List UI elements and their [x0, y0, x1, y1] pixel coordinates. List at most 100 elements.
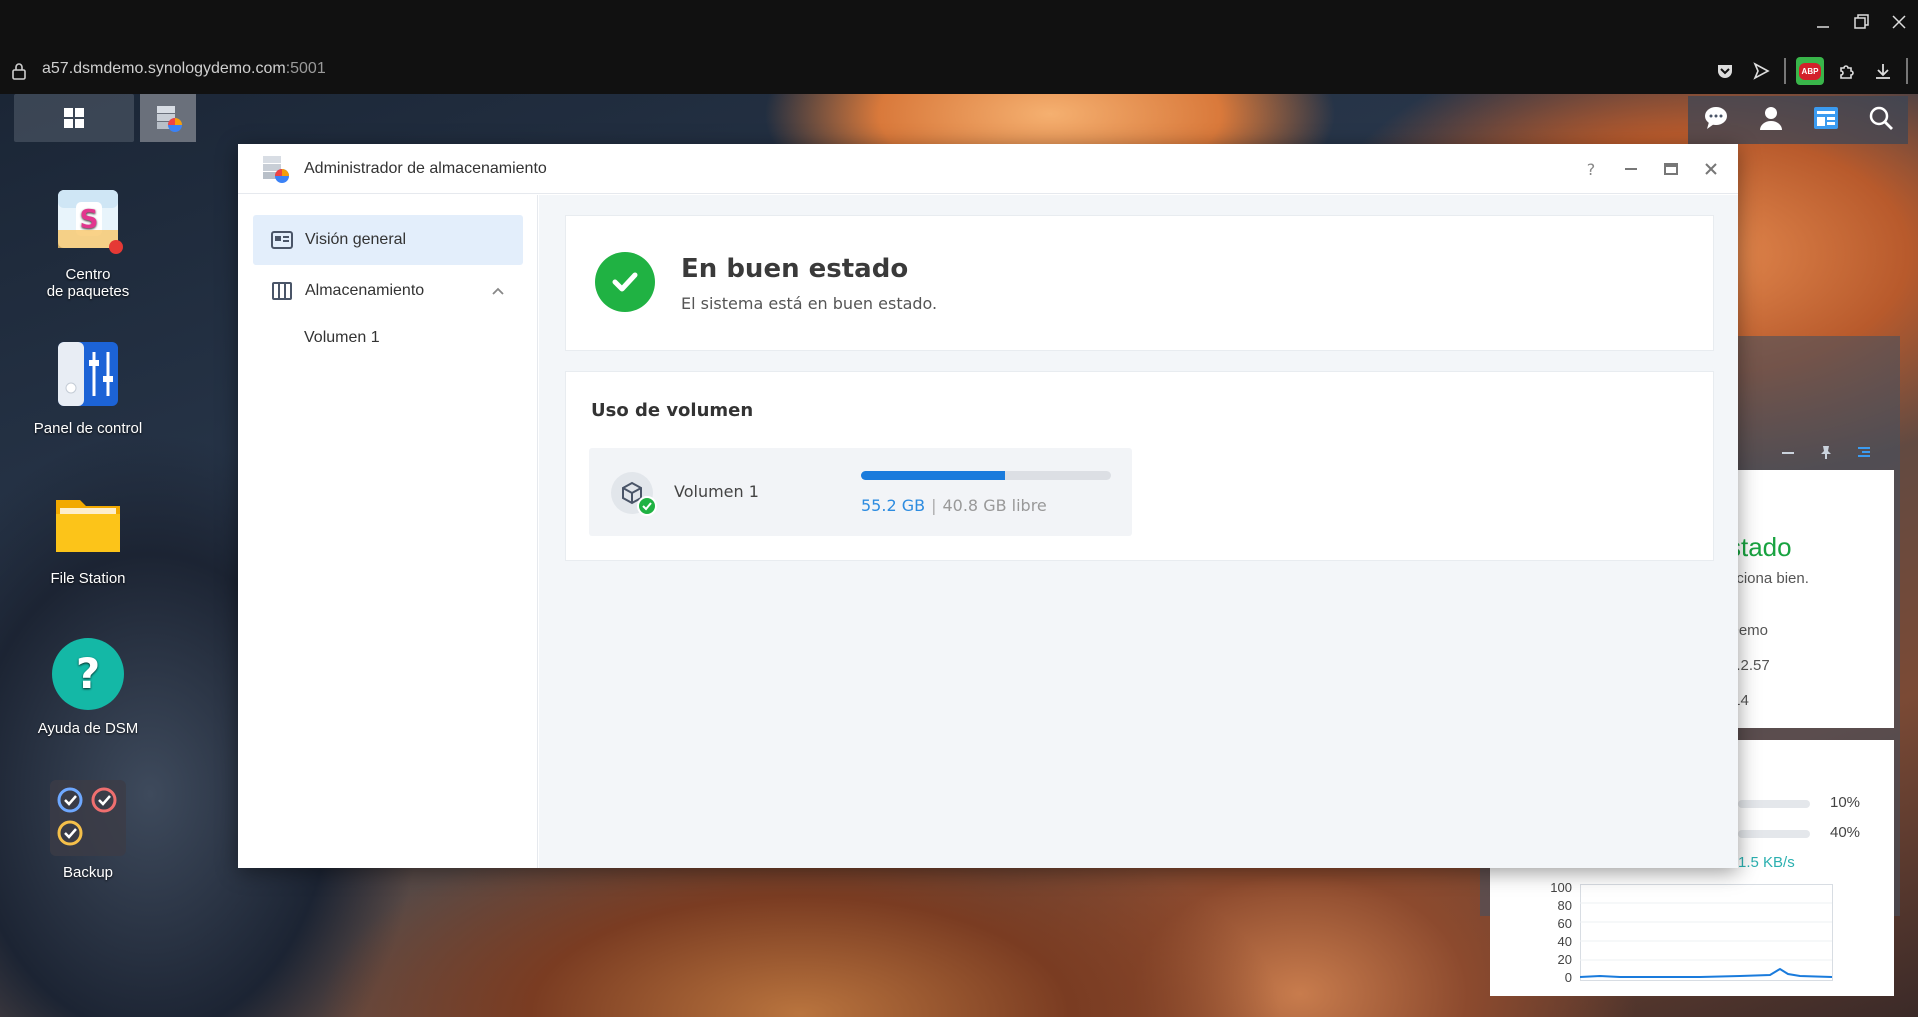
- chevron-up-icon[interactable]: [491, 284, 505, 298]
- control-panel-icon: [48, 334, 128, 414]
- storage-manager-window: Administrador de almacenamiento ? Visión…: [238, 144, 1738, 868]
- volume-usage-bar-fill: [861, 471, 1005, 480]
- healthy-badge-icon: [637, 496, 657, 516]
- system-health-widget: stado nciona bien. Demo 1.2.57 :14: [1728, 470, 1894, 728]
- desktop-icon-file-station[interactable]: File Station: [18, 484, 158, 587]
- address-bar[interactable]: a57.dsmdemo.synologydemo.com:5001: [42, 60, 326, 78]
- restore-icon[interactable]: [1842, 0, 1880, 44]
- y-tick: 60: [1557, 916, 1572, 931]
- desktop-icon-package-center[interactable]: S Centro de paquetes: [18, 180, 158, 300]
- network-rate: 1.5 KB/s: [1738, 854, 1795, 871]
- widgets-icon[interactable]: [1812, 104, 1840, 136]
- extensions-bar: ABP: [1712, 56, 1908, 86]
- desktop-icon-label: de paquetes: [46, 283, 130, 300]
- sidebar-item-label: Visión general: [305, 231, 407, 248]
- main-content: En buen estado El sistema está en buen e…: [539, 195, 1738, 868]
- cpu-bar: [1738, 800, 1810, 808]
- desktop-icon-label: Centro: [65, 266, 111, 283]
- close-icon[interactable]: [1880, 0, 1918, 44]
- window-title: Administrador de almacenamiento: [304, 159, 547, 177]
- volume-free: 40.8 GB libre: [942, 496, 1047, 515]
- window-controls: [1804, 0, 1918, 44]
- volume-usage-stats: 55.2 GB | 40.8 GB libre: [861, 496, 1047, 515]
- window-actions: ?: [1578, 144, 1724, 194]
- widget-status-desc: nciona bien.: [1728, 570, 1809, 587]
- widget-menu-icon[interactable]: [1856, 444, 1872, 460]
- widget-header-controls: [1780, 438, 1890, 466]
- storage-icon: [272, 282, 292, 300]
- url-port: :5001: [285, 60, 326, 77]
- volume-usage-item[interactable]: Volumen 1 55.2 GB | 40.8 GB libre: [589, 448, 1132, 536]
- overview-icon: [271, 231, 293, 249]
- url-host-prefix: a57.dsmdemo.: [42, 60, 148, 77]
- main-menu-button[interactable]: [14, 94, 134, 142]
- volume-name: Volumen 1: [674, 482, 759, 501]
- volume-used: 55.2 GB: [861, 496, 926, 515]
- minimize-icon: [1625, 168, 1637, 170]
- taskbar-tray: [1688, 96, 1908, 144]
- volume-usage-card: Uso de volumen Volumen 1 55.2 GB | 40.8 GB…: [565, 371, 1714, 561]
- sidebar-item-label: Almacenamiento: [305, 282, 425, 299]
- maximize-icon: [1664, 163, 1678, 175]
- y-tick: 80: [1557, 898, 1572, 913]
- network-line: [1580, 884, 1833, 981]
- y-tick: 40: [1557, 934, 1572, 949]
- close-button[interactable]: [1698, 156, 1724, 182]
- chat-icon[interactable]: [1702, 104, 1730, 136]
- stats-separator: |: [931, 496, 937, 515]
- usage-title: Uso de volumen: [591, 400, 754, 421]
- help-button[interactable]: ?: [1578, 156, 1604, 182]
- storage-manager-icon: [260, 154, 290, 184]
- taskbar-storage-manager[interactable]: [140, 94, 196, 142]
- send-icon[interactable]: [1748, 58, 1774, 84]
- desktop-icon-label: Panel de control: [33, 420, 143, 437]
- sidebar-item-storage[interactable]: Almacenamiento: [253, 266, 523, 316]
- sidebar-item-overview[interactable]: Visión general: [253, 215, 523, 265]
- window-titlebar[interactable]: Administrador de almacenamiento ?: [238, 144, 1738, 194]
- grid-icon: [64, 108, 84, 128]
- sidebar: Visión general Almacenamiento Volumen 1: [238, 195, 538, 868]
- extensions-icon[interactable]: [1834, 58, 1860, 84]
- minimize-icon[interactable]: [1780, 444, 1796, 460]
- url-host-main: synologydemo.com: [147, 60, 286, 77]
- ram-percent: 40%: [1830, 824, 1861, 841]
- lock-icon[interactable]: [12, 62, 26, 80]
- download-icon[interactable]: [1870, 58, 1896, 84]
- backup-icon: [48, 778, 128, 858]
- maximize-button[interactable]: [1658, 156, 1684, 182]
- user-icon[interactable]: [1757, 104, 1785, 136]
- desktop-icon-label: File Station: [50, 570, 126, 587]
- cpu-percent: 10%: [1830, 794, 1861, 811]
- sidebar-item-volume-1[interactable]: Volumen 1: [304, 329, 380, 347]
- toolbar-separator: [1784, 58, 1786, 84]
- status-description: El sistema está en buen estado.: [681, 294, 938, 313]
- check-icon: [595, 252, 655, 312]
- package-center-icon: S: [48, 180, 128, 260]
- desktop-icon-dsm-help[interactable]: ? Ayuda de DSM: [18, 634, 158, 737]
- desktop-icon-backup[interactable]: Backup: [18, 778, 158, 881]
- y-tick: 100: [1550, 880, 1572, 895]
- search-icon[interactable]: [1867, 104, 1895, 136]
- y-tick: 0: [1564, 970, 1572, 985]
- ram-bar: [1738, 830, 1810, 838]
- svg-text:?: ?: [76, 649, 100, 698]
- status-title: En buen estado: [681, 254, 909, 284]
- scroll-edge: [1906, 58, 1908, 84]
- desktop-icon-control-panel[interactable]: Panel de control: [18, 334, 158, 437]
- taskbar: [14, 94, 196, 142]
- y-tick: 20: [1557, 952, 1572, 967]
- folder-icon: [48, 484, 128, 564]
- minimize-button[interactable]: [1618, 156, 1644, 182]
- desktop-icon-label: Ayuda de DSM: [37, 720, 139, 737]
- health-status-card: En buen estado El sistema está en buen e…: [565, 215, 1714, 351]
- adblock-icon[interactable]: ABP: [1796, 57, 1824, 85]
- desktop-icon-label: Backup: [62, 864, 114, 881]
- pocket-icon[interactable]: [1712, 58, 1738, 84]
- storage-manager-icon: [157, 106, 182, 132]
- minimize-icon[interactable]: [1804, 0, 1842, 44]
- volume-usage-bar: [861, 471, 1111, 480]
- help-icon: ?: [48, 634, 128, 714]
- adblock-badge: ABP: [1798, 62, 1822, 80]
- pin-icon[interactable]: [1818, 444, 1834, 460]
- browser-chrome: a57.dsmdemo.synologydemo.com:5001 ABP: [0, 0, 1918, 94]
